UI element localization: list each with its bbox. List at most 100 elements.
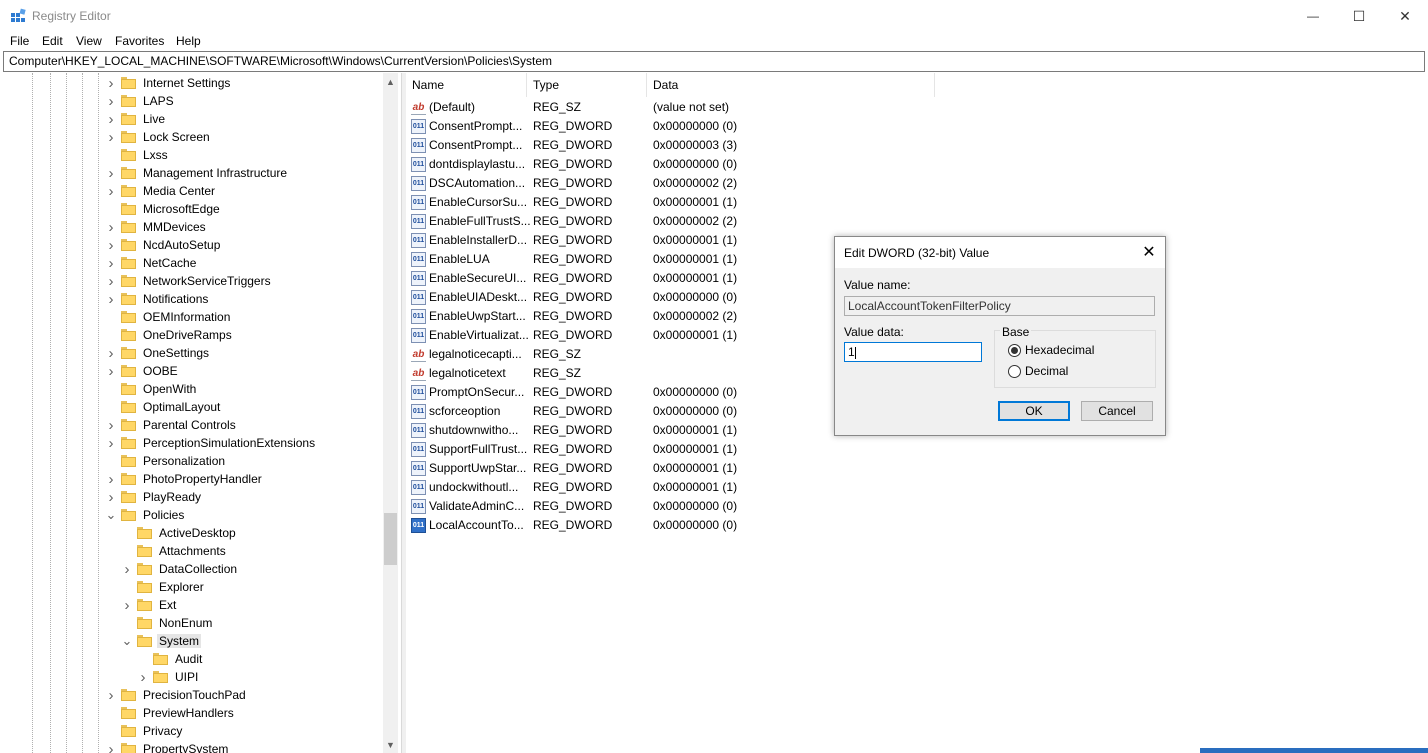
chevron-right-icon[interactable]: › <box>105 344 117 362</box>
tree-item[interactable]: MicrosoftEdge <box>105 200 222 218</box>
chevron-down-icon[interactable]: ⌄ <box>105 506 117 524</box>
chevron-down-icon[interactable]: ⌄ <box>121 632 133 650</box>
value-row[interactable]: 011 undockwithoutl... REG_DWORD 0x00000001 … <box>406 478 1006 497</box>
chevron-right-icon[interactable]: › <box>105 686 117 704</box>
value-row[interactable]: 011 SupportUwpStar... REG_DWORD 0x00000001 … <box>406 459 1006 478</box>
tree-item[interactable]: › Notifications <box>105 290 210 308</box>
value-row[interactable]: 011 EnableFullTrustS... REG_DWORD 0x0000000… <box>406 212 1006 231</box>
value-row[interactable]: 011 LocalAccountTo... REG_DWORD 0x00000000 … <box>406 516 1006 535</box>
tree-item[interactable]: › DataCollection <box>121 560 239 578</box>
key-tree[interactable]: › Internet Settings › LAPS › Live › Lock Screen… <box>3 73 383 753</box>
chevron-right-icon[interactable]: › <box>105 218 117 236</box>
value-data-input[interactable]: 1 <box>844 342 982 362</box>
tree-item[interactable]: NonEnum <box>121 614 214 632</box>
chevron-right-icon[interactable]: › <box>105 92 117 110</box>
menu-help[interactable]: Help <box>176 34 201 48</box>
tree-item[interactable]: › Lock Screen <box>105 128 212 146</box>
tree-item[interactable]: › PrecisionTouchPad <box>105 686 248 704</box>
tree-item[interactable]: ⌄ Policies <box>105 506 186 524</box>
tree-item[interactable]: › Media Center <box>105 182 217 200</box>
tree-item[interactable]: ⌄ System <box>121 632 202 650</box>
tree-item[interactable]: › PlayReady <box>105 488 203 506</box>
scroll-thumb[interactable] <box>384 513 397 565</box>
chevron-right-icon[interactable]: › <box>105 470 117 488</box>
chevron-right-icon[interactable]: › <box>105 254 117 272</box>
column-header-type[interactable]: Type <box>527 73 647 97</box>
menu-file[interactable]: File <box>10 34 29 48</box>
chevron-right-icon[interactable]: › <box>105 488 117 506</box>
chevron-right-icon[interactable]: › <box>105 290 117 308</box>
tree-item[interactable]: OpenWith <box>105 380 198 398</box>
tree-item[interactable]: PreviewHandlers <box>105 704 236 722</box>
tree-item[interactable]: Audit <box>137 650 204 668</box>
menu-edit[interactable]: Edit <box>42 34 63 48</box>
chevron-right-icon[interactable]: › <box>105 236 117 254</box>
tree-item[interactable]: › Management Infrastructure <box>105 164 289 182</box>
chevron-right-icon[interactable]: › <box>121 596 133 614</box>
tree-item[interactable]: › OneSettings <box>105 344 211 362</box>
hexadecimal-radio[interactable]: Hexadecimal <box>1008 343 1094 357</box>
chevron-right-icon[interactable]: › <box>105 182 117 200</box>
tree-item[interactable]: OEMInformation <box>105 308 232 326</box>
chevron-right-icon[interactable]: › <box>105 272 117 290</box>
folder-icon <box>137 545 152 557</box>
column-header-name[interactable]: Name <box>406 73 527 97</box>
close-button[interactable]: ✕ <box>1382 0 1428 32</box>
tree-item[interactable]: › PhotoPropertyHandler <box>105 470 264 488</box>
decimal-radio[interactable]: Decimal <box>1008 364 1068 378</box>
value-row[interactable]: 011 EnableCursorSu... REG_DWORD 0x00000001 … <box>406 193 1006 212</box>
tree-item[interactable]: › MMDevices <box>105 218 208 236</box>
tree-item[interactable]: › Live <box>105 110 167 128</box>
tree-item[interactable]: › NetworkServiceTriggers <box>105 272 273 290</box>
tree-item[interactable]: › Internet Settings <box>105 74 232 92</box>
chevron-right-icon[interactable]: › <box>121 560 133 578</box>
tree-item[interactable]: OneDriveRamps <box>105 326 234 344</box>
tree-item[interactable]: › NcdAutoSetup <box>105 236 222 254</box>
value-name-field[interactable]: LocalAccountTokenFilterPolicy <box>844 296 1155 316</box>
address-bar[interactable]: Computer\HKEY_LOCAL_MACHINE\SOFTWARE\Mic… <box>3 51 1425 72</box>
scroll-down-icon[interactable]: ▼ <box>383 736 398 753</box>
minimize-button[interactable]: — <box>1290 0 1336 32</box>
value-row[interactable]: 011 ValidateAdminC... REG_DWORD 0x00000000 … <box>406 497 1006 516</box>
menu-favorites[interactable]: Favorites <box>115 34 164 48</box>
value-row[interactable]: 011 ConsentPrompt... REG_DWORD 0x00000003 (… <box>406 136 1006 155</box>
tree-item[interactable]: OptimalLayout <box>105 398 222 416</box>
maximize-button[interactable]: ☐ <box>1336 0 1382 32</box>
tree-item[interactable]: Privacy <box>105 722 184 740</box>
tree-item[interactable]: Attachments <box>121 542 228 560</box>
value-row[interactable]: 011 SupportFullTrust... REG_DWORD 0x0000000… <box>406 440 1006 459</box>
chevron-right-icon[interactable]: › <box>105 74 117 92</box>
value-row[interactable]: 011 dontdisplaylastu... REG_DWORD 0x0000000… <box>406 155 1006 174</box>
tree-item[interactable]: › LAPS <box>105 92 176 110</box>
chevron-right-icon[interactable]: › <box>105 740 117 753</box>
chevron-right-icon[interactable]: › <box>105 128 117 146</box>
tree-item[interactable]: › PropertySystem <box>105 740 230 753</box>
chevron-right-icon[interactable]: › <box>137 668 149 686</box>
tree-item[interactable]: › OOBE <box>105 362 180 380</box>
scroll-up-icon[interactable]: ▲ <box>383 73 398 90</box>
tree-item[interactable]: › NetCache <box>105 254 198 272</box>
tree-item[interactable]: ActiveDesktop <box>121 524 238 542</box>
tree-item-label: OptimalLayout <box>143 400 221 414</box>
tree-item[interactable]: › Ext <box>121 596 178 614</box>
tree-item[interactable]: Explorer <box>121 578 206 596</box>
tree-item[interactable]: › Parental Controls <box>105 416 238 434</box>
ok-button[interactable]: OK <box>998 401 1070 421</box>
column-header-data[interactable]: Data <box>647 73 935 97</box>
dialog-close-icon[interactable]: ✕ <box>1139 242 1159 262</box>
menu-view[interactable]: View <box>76 34 102 48</box>
chevron-right-icon[interactable]: › <box>105 434 117 452</box>
chevron-right-icon[interactable]: › <box>105 110 117 128</box>
chevron-right-icon[interactable]: › <box>105 164 117 182</box>
tree-item[interactable]: Personalization <box>105 452 227 470</box>
chevron-right-icon[interactable]: › <box>105 362 117 380</box>
cancel-button[interactable]: Cancel <box>1081 401 1153 421</box>
tree-scrollbar[interactable]: ▲ ▼ <box>383 73 398 753</box>
value-row[interactable]: ab (Default) REG_SZ (value not set) <box>406 98 1006 117</box>
value-row[interactable]: 011 ConsentPrompt... REG_DWORD 0x00000000 (… <box>406 117 1006 136</box>
value-row[interactable]: 011 DSCAutomation... REG_DWORD 0x00000002 (… <box>406 174 1006 193</box>
chevron-right-icon[interactable]: › <box>105 416 117 434</box>
tree-item[interactable]: › UIPI <box>137 668 200 686</box>
tree-item[interactable]: › PerceptionSimulationExtensions <box>105 434 317 452</box>
tree-item[interactable]: Lxss <box>105 146 170 164</box>
